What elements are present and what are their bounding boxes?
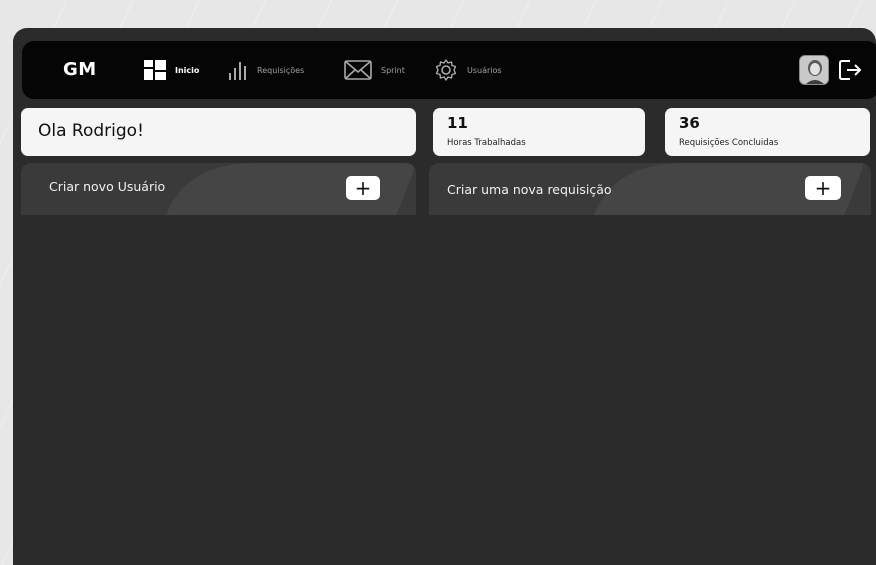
- top-navbar: GM Inicio Requisições Sprint Usuários: [22, 41, 876, 99]
- create-request-action[interactable]: Criar uma nova requisição +: [429, 163, 871, 215]
- create-request-label: Criar uma nova requisição: [447, 182, 612, 197]
- nav-item-sprint[interactable]: Sprint: [344, 58, 405, 82]
- plus-icon: +: [814, 176, 832, 200]
- stat-card-hours: 11 Horas Trabalhadas: [433, 108, 645, 156]
- nav-label-inicio: Inicio: [175, 65, 200, 75]
- add-request-button[interactable]: +: [805, 176, 841, 200]
- stat-card-requests: 36 Requisições Concluidas: [665, 108, 870, 156]
- mail-icon: [344, 60, 372, 80]
- nav-item-inicio[interactable]: Inicio: [144, 58, 199, 82]
- logout-icon: [839, 60, 862, 80]
- nav-label-requisicoes: Requisições: [257, 65, 305, 75]
- bar-chart-icon: [228, 60, 248, 80]
- create-user-label: Criar novo Usuário: [49, 179, 166, 194]
- stat-value: 36: [679, 114, 700, 132]
- logout-button[interactable]: [837, 57, 863, 83]
- gear-icon: [434, 58, 458, 82]
- greeting-card: Ola Rodrigo!: [21, 108, 416, 156]
- create-user-action[interactable]: Criar novo Usuário +: [21, 163, 416, 215]
- logo: GM: [63, 59, 97, 80]
- greeting-text: Ola Rodrigo!: [38, 121, 144, 141]
- add-user-button[interactable]: +: [346, 176, 380, 200]
- nav-item-usuarios[interactable]: Usuários: [434, 58, 502, 82]
- stat-value: 11: [447, 114, 468, 132]
- nav-item-requisicoes[interactable]: Requisições: [228, 58, 304, 82]
- stat-label: Requisições Concluidas: [679, 138, 779, 148]
- avatar-icon: [800, 56, 828, 84]
- app-panel: GM Inicio Requisições Sprint Usuários Ol…: [13, 28, 876, 565]
- dashboard-icon: [144, 60, 166, 80]
- nav-label-usuarios: Usuários: [467, 65, 502, 75]
- nav-label-sprint: Sprint: [381, 65, 405, 75]
- stat-label: Horas Trabalhadas: [447, 138, 526, 148]
- plus-icon: +: [354, 176, 372, 200]
- avatar[interactable]: [799, 55, 829, 85]
